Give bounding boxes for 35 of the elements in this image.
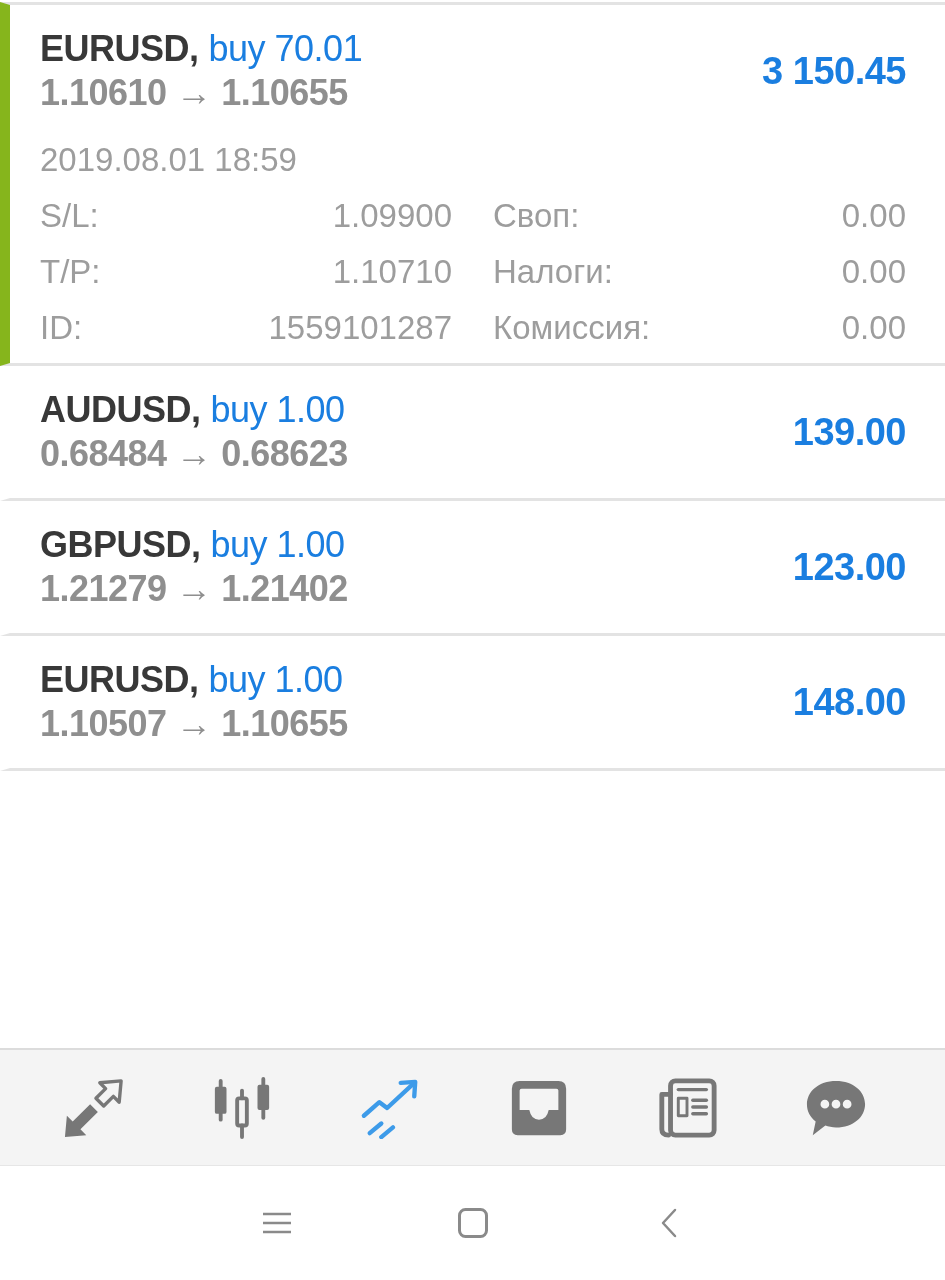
detail-value: 0.00 <box>841 196 906 236</box>
detail-value: 1.10710 <box>332 252 452 292</box>
price-range-text: 1.10507 → 1.10655 <box>40 702 348 746</box>
order-text: buy 1.00 <box>210 523 345 567</box>
symbol-text: AUDUSD, <box>40 388 201 432</box>
detail-value: 0.00 <box>841 308 906 348</box>
symbol-text: EURUSD, <box>40 27 199 71</box>
back-icon <box>660 1208 677 1238</box>
order-text: buy 70.01 <box>208 27 363 71</box>
profit-value: 139.00 <box>792 410 906 455</box>
square-icon <box>457 1208 488 1238</box>
position-card[interactable]: EURUSD, buy 70.01 1.10610 → 1.10655 3 150.45 2019.08.01 18:59 S/L: 1.09900 Своп: 0.00 T/P: 1.10710 Налоги: 0.00 ID: 1559101287 Комиссия: 0.00 <box>0 2 945 366</box>
diagonal-arrows-icon <box>63 1076 126 1139</box>
price-range-text: 1.10610 → 1.10655 <box>40 71 348 115</box>
menu-icon <box>262 1212 291 1234</box>
profit-value: 123.00 <box>792 545 906 590</box>
detail-value: 0.00 <box>841 252 906 292</box>
detail-label: Налоги: <box>493 252 613 292</box>
detail-label: S/L: <box>40 196 99 236</box>
newspaper-icon <box>656 1076 719 1139</box>
symbol-text: GBPUSD, <box>40 523 201 567</box>
symbol-text: EURUSD, <box>40 658 199 702</box>
detail-label: Комиссия: <box>493 308 651 348</box>
open-time-text: 2019.08.01 18:59 <box>40 140 297 180</box>
detail-value: 1559101287 <box>268 308 452 348</box>
order-text: buy 1.00 <box>208 658 343 702</box>
price-range-text: 1.21279 → 1.21402 <box>40 567 348 611</box>
detail-value: 1.09900 <box>332 196 452 236</box>
price-range-text: 0.68484 → 0.68623 <box>40 432 348 476</box>
profit-value: 3 150.45 <box>762 49 906 94</box>
detail-label: ID: <box>40 308 83 348</box>
profit-value: 148.00 <box>792 680 906 725</box>
detail-label: T/P: <box>40 252 101 292</box>
detail-label: Своп: <box>493 196 580 236</box>
order-text: buy 1.00 <box>210 388 345 432</box>
